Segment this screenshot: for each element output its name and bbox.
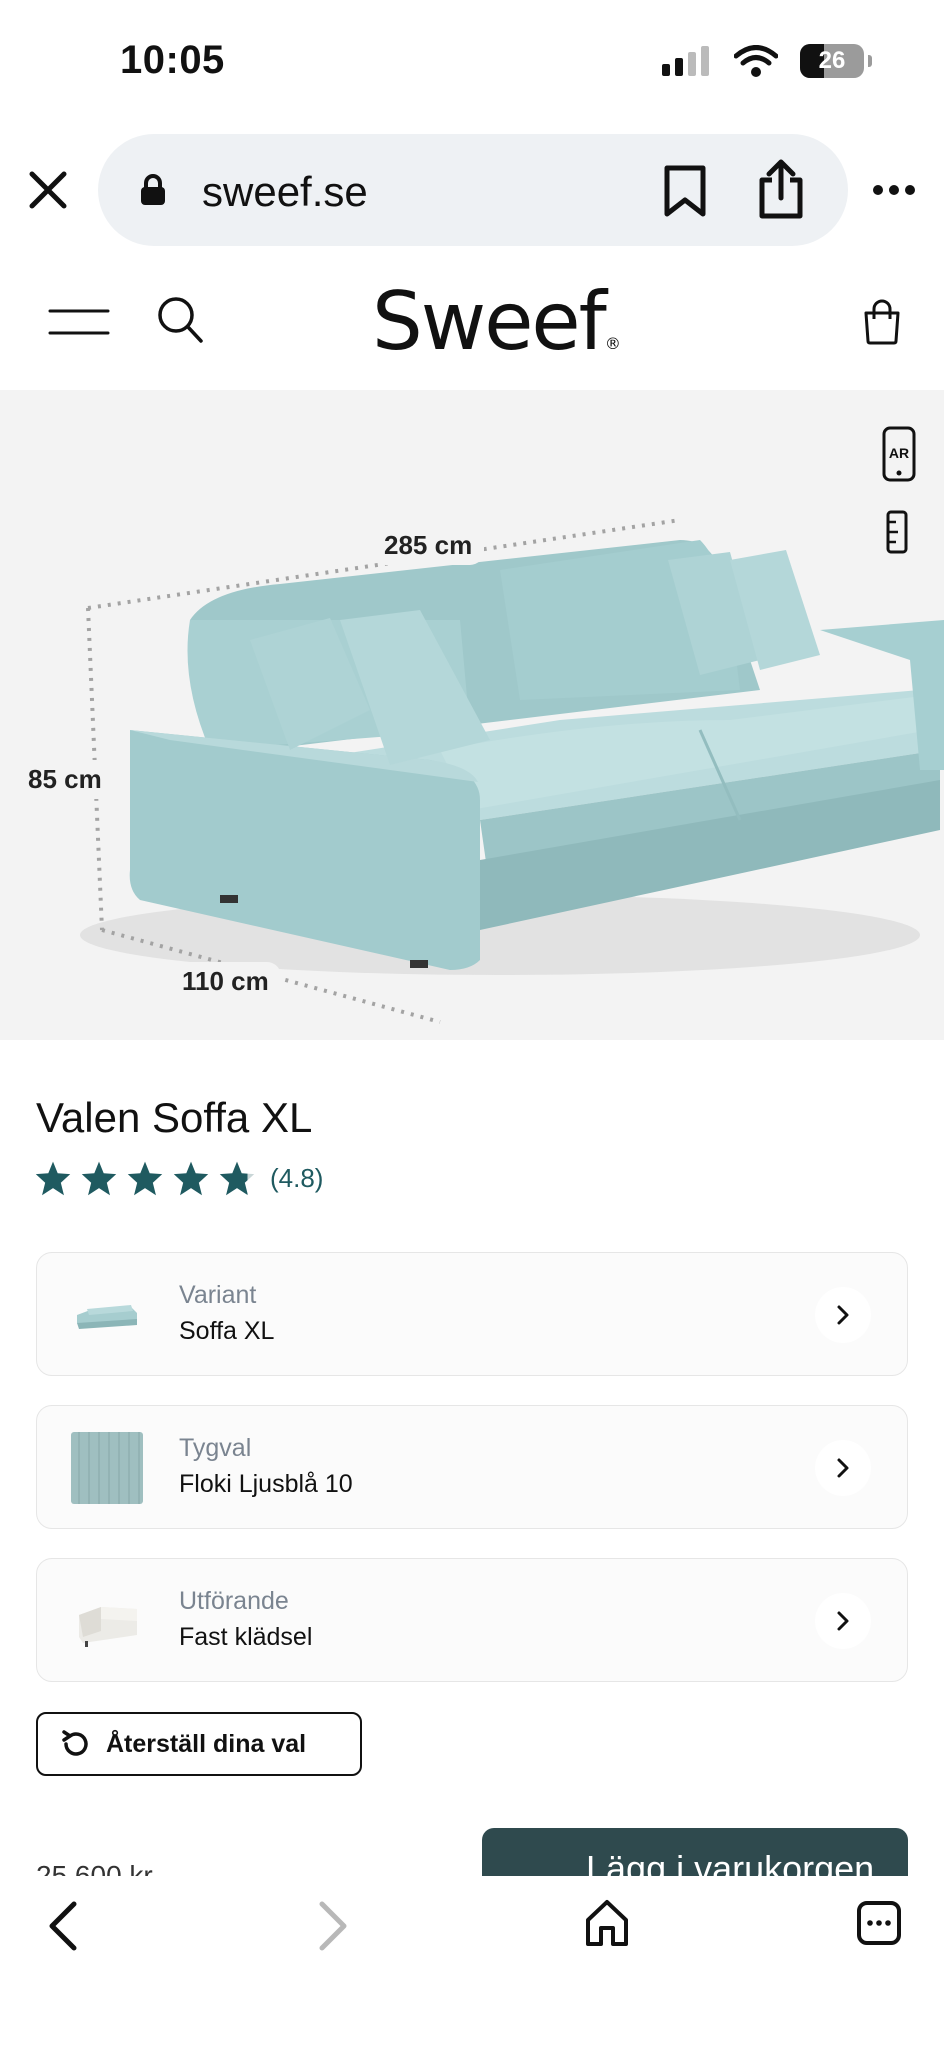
add-to-cart-button[interactable]: Lägg i varukorgen bbox=[482, 1828, 908, 1876]
chevron-right-icon[interactable] bbox=[815, 1440, 871, 1496]
browser-toolbar bbox=[0, 1876, 944, 2046]
star-icon bbox=[81, 1161, 117, 1196]
finish-thumbnail bbox=[79, 1607, 137, 1647]
star-icon bbox=[173, 1161, 209, 1196]
search-icon[interactable] bbox=[156, 295, 204, 345]
share-icon[interactable] bbox=[756, 158, 806, 220]
site-header: Sweef® bbox=[0, 265, 944, 385]
add-to-cart-label: Lägg i varukorgen bbox=[586, 1848, 875, 1876]
back-icon[interactable] bbox=[42, 1898, 82, 1954]
close-icon[interactable] bbox=[22, 164, 74, 216]
option-label: Utförande bbox=[179, 1587, 289, 1615]
dimension-height: 85 cm bbox=[16, 760, 114, 799]
status-time: 10:05 bbox=[120, 38, 225, 82]
option-value: Fast klädsel bbox=[179, 1623, 313, 1651]
star-icon bbox=[35, 1161, 71, 1196]
sofa-illustration bbox=[80, 518, 944, 1024]
signal-icon bbox=[662, 46, 709, 76]
reset-label: Återställ dina val bbox=[106, 1729, 307, 1758]
sofa-variant-thumbnail bbox=[77, 1305, 137, 1329]
home-icon[interactable] bbox=[584, 1898, 630, 1948]
site-logo[interactable]: Sweef® bbox=[372, 275, 621, 368]
browser-bar: sweef.se bbox=[0, 130, 944, 250]
battery-icon: 26 bbox=[800, 44, 872, 78]
dimension-depth: 110 cm bbox=[170, 962, 281, 1001]
product-price: 25 600 kr bbox=[36, 1860, 153, 1876]
option-finish[interactable]: Utförande Fast klädsel bbox=[36, 1558, 908, 1682]
ruler-icon[interactable] bbox=[886, 510, 908, 554]
option-variant[interactable]: Variant Soffa XL bbox=[36, 1252, 908, 1376]
option-fabric[interactable]: Tygval Floki Ljusblå 10 bbox=[36, 1405, 908, 1529]
product-rating[interactable]: (4.8) bbox=[34, 1160, 323, 1196]
chevron-right-icon[interactable] bbox=[815, 1593, 871, 1649]
shopping-bag-icon[interactable] bbox=[862, 299, 902, 345]
reset-icon bbox=[62, 1730, 88, 1756]
tabs-icon[interactable] bbox=[856, 1900, 902, 1946]
star-icon bbox=[219, 1161, 255, 1196]
url-bar[interactable]: sweef.se bbox=[98, 134, 848, 246]
url-text: sweef.se bbox=[202, 168, 368, 215]
lock-icon bbox=[141, 174, 165, 205]
menu-icon[interactable] bbox=[48, 307, 110, 337]
wifi-icon bbox=[734, 45, 778, 77]
fabric-swatch-thumbnail bbox=[71, 1432, 143, 1504]
rating-value: (4.8) bbox=[270, 1162, 324, 1193]
option-value: Floki Ljusblå 10 bbox=[179, 1470, 353, 1498]
bookmark-icon[interactable] bbox=[662, 164, 708, 218]
dimension-width: 285 cm bbox=[372, 526, 485, 565]
status-bar: 10:05 26 bbox=[0, 0, 944, 120]
option-label: Variant bbox=[179, 1281, 257, 1309]
option-label: Tygval bbox=[179, 1434, 252, 1462]
chevron-right-icon[interactable] bbox=[815, 1287, 871, 1343]
more-icon[interactable] bbox=[872, 184, 916, 196]
forward-icon[interactable] bbox=[314, 1898, 354, 1954]
svg-text:AR: AR bbox=[889, 445, 909, 461]
reset-selections-button[interactable]: Återställ dina val bbox=[36, 1712, 362, 1776]
star-icon bbox=[127, 1161, 163, 1196]
option-value: Soffa XL bbox=[179, 1317, 275, 1345]
ar-phone-icon: AR bbox=[882, 426, 916, 482]
product-image[interactable]: 285 cm 85 cm 110 cm AR bbox=[0, 390, 944, 1040]
ar-button[interactable]: AR bbox=[882, 426, 916, 487]
product-title: Valen Soffa XL bbox=[36, 1094, 313, 1141]
status-icons: 26 bbox=[662, 44, 872, 78]
